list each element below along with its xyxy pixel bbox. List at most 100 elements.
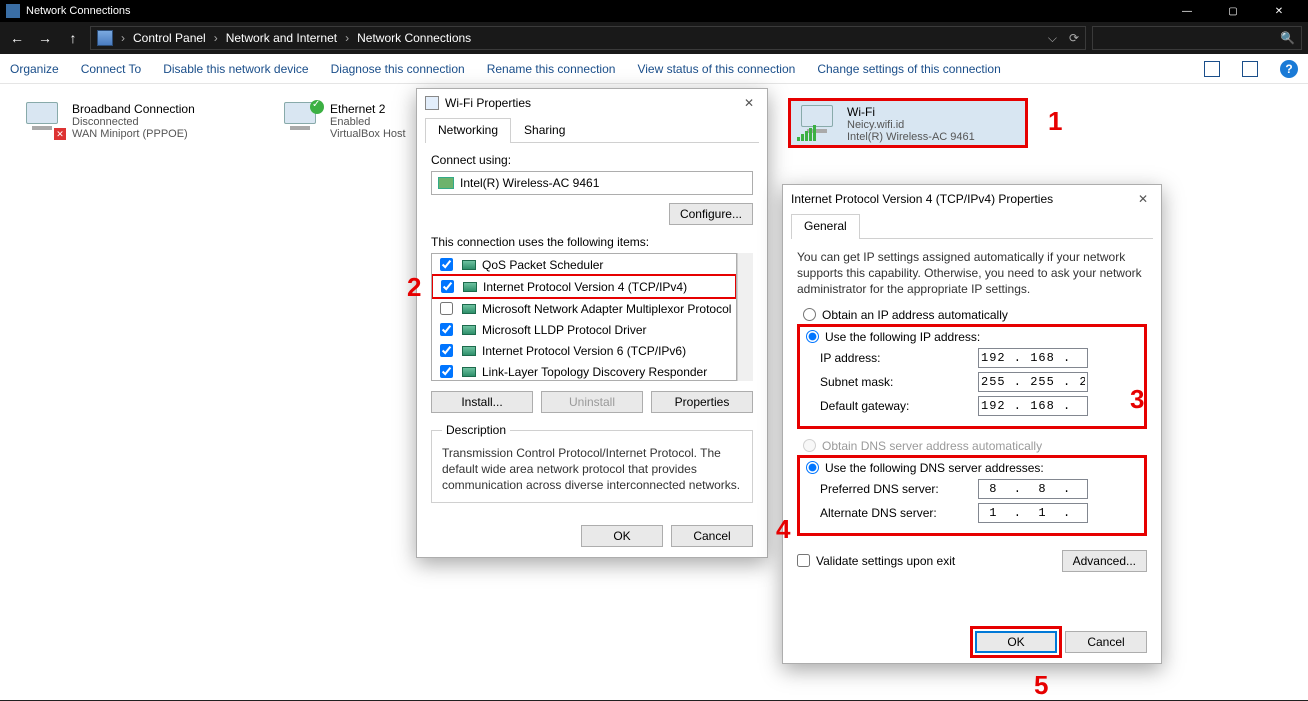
preview-pane-icon[interactable] — [1242, 61, 1258, 77]
description-legend: Description — [442, 423, 510, 437]
label-gateway: Default gateway: — [820, 399, 970, 413]
wifi-cancel-button[interactable]: Cancel — [671, 525, 753, 547]
radio-input — [803, 439, 816, 452]
wifi-properties-dialog: Wi-Fi Properties ✕ Networking Sharing Co… — [416, 88, 768, 558]
radio-label: Use the following IP address: — [825, 330, 980, 344]
list-item[interactable]: Microsoft LLDP Protocol Driver — [432, 319, 736, 340]
protocol-icon — [462, 367, 476, 377]
up-button[interactable]: ↑ — [62, 27, 84, 49]
ip-address-input[interactable] — [978, 348, 1088, 368]
tab-general[interactable]: General — [791, 214, 860, 239]
nav-bar: ← → ↑ › Control Panel › Network and Inte… — [0, 22, 1308, 54]
wifi-ok-button[interactable]: OK — [581, 525, 663, 547]
checkbox-input[interactable] — [797, 554, 810, 567]
connection-text: Wi-Fi Neicy.wifi.id Intel(R) Wireless-AC… — [847, 105, 975, 141]
search-box[interactable]: 🔍 — [1092, 26, 1302, 50]
connect-using-label: Connect using: — [431, 153, 753, 167]
subnet-mask-input[interactable] — [978, 372, 1088, 392]
radio-dns-auto: Obtain DNS server address automatically — [803, 439, 1147, 453]
connection-icon — [797, 105, 839, 141]
cmd-view-status[interactable]: View status of this connection — [637, 62, 795, 76]
cmd-connect-to[interactable]: Connect To — [81, 62, 142, 76]
item-checkbox[interactable] — [440, 365, 453, 378]
list-item[interactable]: Link-Layer Topology Discovery Responder — [432, 361, 736, 381]
address-bar[interactable]: › Control Panel › Network and Internet ›… — [90, 26, 1086, 50]
advanced-button[interactable]: Advanced... — [1062, 550, 1147, 572]
items-listbox[interactable]: QoS Packet Scheduler Internet Protocol V… — [431, 253, 737, 381]
uninstall-button: Uninstall — [541, 391, 643, 413]
minimize-button[interactable]: — — [1164, 0, 1210, 22]
default-gateway-input[interactable] — [978, 396, 1088, 416]
radio-ip-manual[interactable]: Use the following IP address: — [806, 330, 1138, 344]
cmd-disable[interactable]: Disable this network device — [163, 62, 308, 76]
forward-button[interactable]: → — [34, 27, 56, 49]
preferred-dns-input[interactable] — [978, 479, 1088, 499]
cmd-rename[interactable]: Rename this connection — [487, 62, 616, 76]
annotation-3: 3 — [1130, 384, 1144, 415]
listbox-scrollbar[interactable] — [737, 253, 753, 381]
cmd-change-settings[interactable]: Change settings of this connection — [817, 62, 1000, 76]
breadcrumb-network-connections[interactable]: Network Connections — [357, 31, 471, 45]
address-dropdown-icon[interactable]: ⌵ — [1048, 31, 1057, 46]
window-title-bar: Network Connections — ▢ ✕ — [0, 0, 1308, 22]
adapter-icon — [425, 96, 439, 110]
view-icon[interactable] — [1204, 61, 1220, 77]
list-item[interactable]: Internet Protocol Version 6 (TCP/IPv6) — [432, 340, 736, 361]
connection-name: Ethernet 2 — [330, 102, 406, 116]
list-item-ipv4[interactable]: Internet Protocol Version 4 (TCP/IPv4) — [431, 274, 737, 299]
item-checkbox[interactable] — [440, 302, 453, 315]
item-checkbox[interactable] — [440, 258, 453, 271]
window-controls: — ▢ ✕ — [1164, 0, 1302, 22]
refresh-icon[interactable]: ⟳ — [1069, 31, 1079, 45]
dialog-tabs: General — [791, 213, 1153, 239]
dialog-close-button[interactable]: ✕ — [1133, 189, 1153, 209]
connection-wifi[interactable]: Wi-Fi Neicy.wifi.id Intel(R) Wireless-AC… — [788, 98, 1028, 148]
list-item[interactable]: QoS Packet Scheduler — [432, 254, 736, 275]
radio-input[interactable] — [806, 461, 819, 474]
cmd-organize[interactable]: Organize — [10, 62, 59, 76]
ip-block: Use the following IP address: IP address… — [797, 324, 1147, 429]
back-button[interactable]: ← — [6, 27, 28, 49]
connection-broadband[interactable]: Broadband Connection Disconnected WAN Mi… — [22, 102, 272, 140]
item-label: Internet Protocol Version 6 (TCP/IPv6) — [482, 344, 686, 358]
alternate-dns-input[interactable] — [978, 503, 1088, 523]
maximize-button[interactable]: ▢ — [1210, 0, 1256, 22]
properties-button[interactable]: Properties — [651, 391, 753, 413]
connection-icon — [22, 102, 64, 138]
install-button[interactable]: Install... — [431, 391, 533, 413]
item-checkbox[interactable] — [440, 323, 453, 336]
item-checkbox[interactable] — [440, 344, 453, 357]
dns-block: Use the following DNS server addresses: … — [797, 455, 1147, 536]
annotation-4: 4 — [776, 514, 790, 545]
breadcrumb-control-panel[interactable]: Control Panel — [133, 31, 206, 45]
description-text: Transmission Control Protocol/Internet P… — [442, 445, 742, 494]
radio-input[interactable] — [806, 330, 819, 343]
location-icon — [97, 30, 113, 46]
tab-networking[interactable]: Networking — [425, 118, 511, 143]
help-icon[interactable]: ? — [1280, 60, 1298, 78]
ipv4-ok-button[interactable]: OK — [975, 631, 1057, 653]
item-checkbox[interactable] — [441, 280, 454, 293]
close-button[interactable]: ✕ — [1256, 0, 1302, 22]
item-label: Link-Layer Topology Discovery Responder — [482, 365, 707, 379]
list-item[interactable]: Microsoft Network Adapter Multiplexor Pr… — [432, 298, 736, 319]
protocol-icon — [463, 282, 477, 292]
cmd-diagnose[interactable]: Diagnose this connection — [331, 62, 465, 76]
ipv4-cancel-button[interactable]: Cancel — [1065, 631, 1147, 653]
validate-checkbox[interactable]: Validate settings upon exit — [797, 554, 955, 568]
radio-dns-manual[interactable]: Use the following DNS server addresses: — [806, 461, 1138, 475]
radio-ip-auto[interactable]: Obtain an IP address automatically — [803, 308, 1147, 322]
connection-status: Disconnected — [72, 116, 195, 128]
dialog-close-button[interactable]: ✕ — [739, 93, 759, 113]
tab-sharing[interactable]: Sharing — [511, 118, 578, 143]
breadcrumb-network-internet[interactable]: Network and Internet — [226, 31, 337, 45]
content-pane: Broadband Connection Disconnected WAN Mi… — [0, 84, 1308, 700]
configure-button[interactable]: Configure... — [669, 203, 753, 225]
dialog-body: Connect using: Intel(R) Wireless-AC 9461… — [417, 143, 767, 513]
dialog-tabs: Networking Sharing — [425, 117, 759, 143]
annotation-5: 5 — [1034, 670, 1048, 701]
connection-name: Wi-Fi — [847, 105, 975, 119]
radio-input[interactable] — [803, 308, 816, 321]
item-label: QoS Packet Scheduler — [482, 258, 603, 272]
connection-device: Intel(R) Wireless-AC 9461 — [847, 131, 975, 143]
